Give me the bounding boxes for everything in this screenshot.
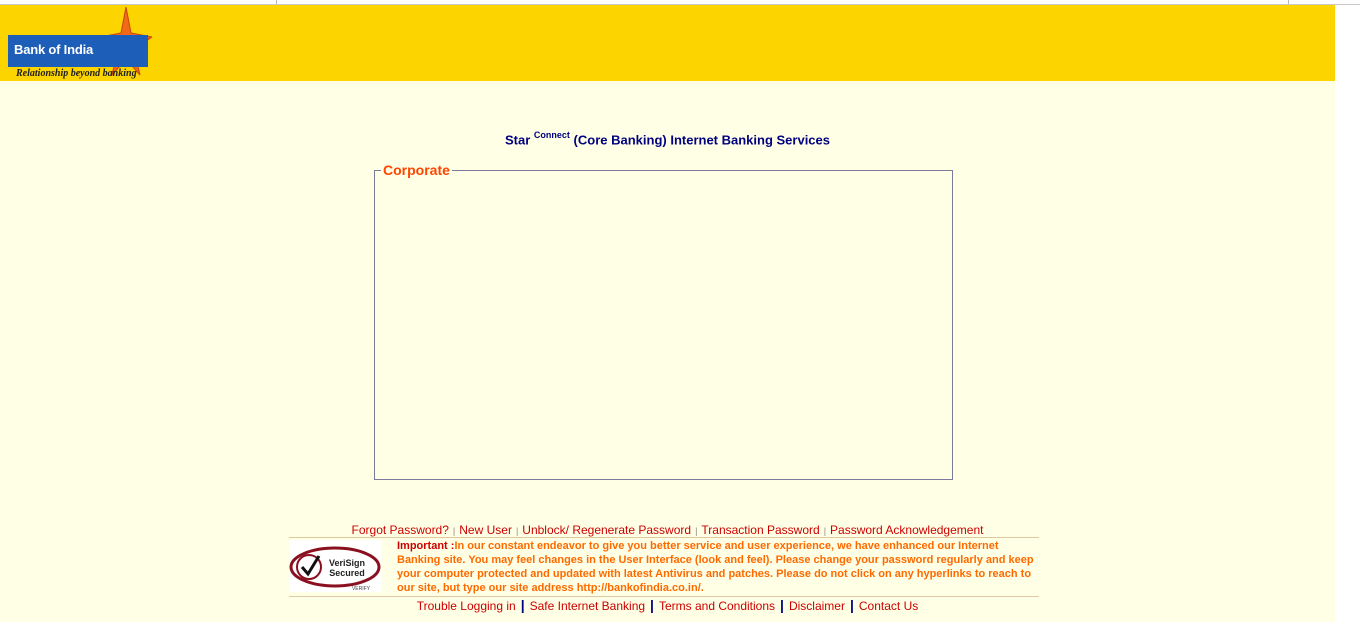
password-acknowledgement-link[interactable]: Password Acknowledgement: [830, 523, 983, 537]
trouble-logging-in-link[interactable]: Trouble Logging in: [417, 599, 516, 613]
unblock-regenerate-password-link[interactable]: Unblock/ Regenerate Password: [522, 523, 691, 537]
transaction-password-link[interactable]: Transaction Password: [701, 523, 819, 537]
safe-internet-banking-link[interactable]: Safe Internet Banking: [530, 599, 645, 613]
strip-divider: [276, 0, 277, 4]
link-separator: |: [823, 526, 827, 536]
link-separator: |: [515, 526, 519, 536]
forgot-password-link[interactable]: Forgot Password?: [352, 523, 449, 537]
page: Bank of India Relationship beyond bankin…: [0, 5, 1335, 622]
footer-links: Trouble Logging in | Safe Internet Banking…: [0, 597, 1335, 615]
header-bar: Bank of India Relationship beyond bankin…: [0, 5, 1335, 81]
footer-separator: |: [520, 597, 525, 613]
seal-text-verisign: VeriSign: [329, 558, 365, 568]
disclaimer-link[interactable]: Disclaimer: [789, 599, 845, 613]
new-user-link[interactable]: New User: [459, 523, 512, 537]
link-separator: |: [695, 526, 698, 536]
title-star: Star: [505, 132, 531, 148]
footer-separator: |: [650, 597, 654, 613]
terms-and-conditions-link[interactable]: Terms and Conditions: [659, 599, 775, 613]
link-separator: |: [452, 526, 456, 536]
logo-name: Bank of India: [14, 42, 94, 57]
title-rest: (Core Banking) Internet Banking Services: [573, 132, 830, 148]
notice-label: Important :: [397, 540, 455, 552]
bank-logo[interactable]: Bank of India Relationship beyond bankin…: [8, 7, 153, 81]
footer-separator: |: [849, 597, 854, 613]
notice-text: Important :In our constant endeavor to g…: [397, 539, 1039, 595]
page-title: Star Connect (Core Banking) Internet Ban…: [0, 130, 1335, 148]
notice-body: In our constant endeavor to give you bet…: [397, 540, 1034, 594]
strip-divider: [1288, 0, 1289, 4]
contact-us-link[interactable]: Contact Us: [859, 599, 918, 613]
corporate-legend: Corporate: [381, 162, 452, 178]
verisign-seal[interactable]: VeriSign Secured VERIFY: [289, 540, 381, 592]
logo-tagline: Relationship beyond banking: [16, 68, 137, 79]
seal-text-verify: VERIFY: [352, 586, 371, 592]
corporate-login-box: Corporate: [374, 162, 953, 480]
important-notice: VeriSign Secured VERIFY Important :In ou…: [289, 537, 1039, 597]
title-superscript: Connect: [533, 130, 570, 140]
footer-separator: |: [780, 597, 784, 613]
verisign-seal-icon: VeriSign Secured VERIFY: [289, 540, 381, 592]
seal-text-secured: Secured: [329, 568, 365, 578]
